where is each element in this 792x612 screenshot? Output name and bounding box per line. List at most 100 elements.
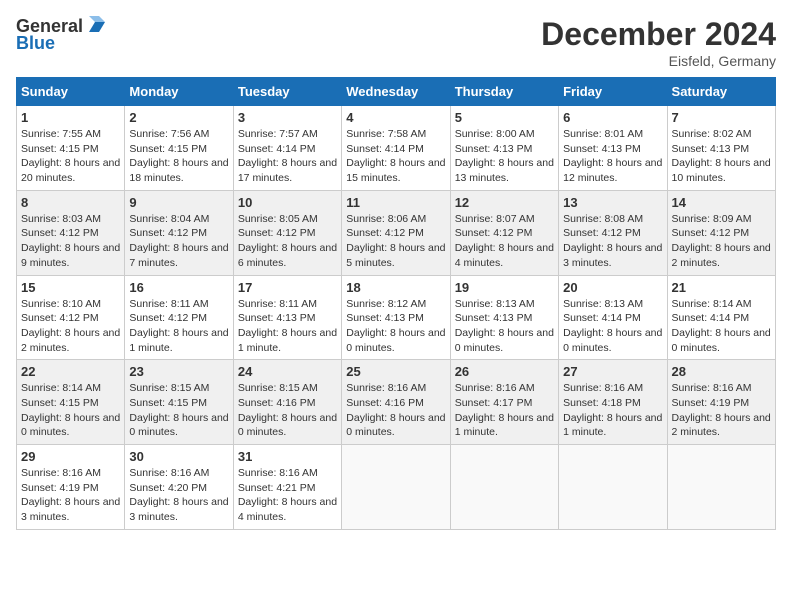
calendar-cell: 6 Sunrise: 8:01 AM Sunset: 4:13 PM Dayli…: [559, 106, 667, 191]
day-info: Sunrise: 8:13 AM Sunset: 4:13 PM Dayligh…: [455, 297, 554, 356]
sunset-label: Sunset: 4:20 PM: [129, 482, 207, 494]
sunrise-label: Sunrise: 8:09 AM: [672, 213, 752, 225]
calendar-cell: 12 Sunrise: 8:07 AM Sunset: 4:12 PM Dayl…: [450, 190, 558, 275]
calendar-cell: 13 Sunrise: 8:08 AM Sunset: 4:12 PM Dayl…: [559, 190, 667, 275]
sunset-label: Sunset: 4:14 PM: [346, 143, 424, 155]
day-number: 11: [346, 195, 445, 210]
day-number: 7: [672, 110, 771, 125]
col-sunday: Sunday: [17, 78, 125, 106]
daylight-label: Daylight: 8 hours and 4 minutes.: [238, 496, 337, 523]
sunrise-label: Sunrise: 8:16 AM: [21, 467, 101, 479]
col-wednesday: Wednesday: [342, 78, 450, 106]
day-number: 27: [563, 364, 662, 379]
sunset-label: Sunset: 4:19 PM: [672, 397, 750, 409]
sunrise-label: Sunrise: 8:16 AM: [455, 382, 535, 394]
day-info: Sunrise: 8:16 AM Sunset: 4:21 PM Dayligh…: [238, 466, 337, 525]
calendar-cell: 21 Sunrise: 8:14 AM Sunset: 4:14 PM Dayl…: [667, 275, 775, 360]
sunset-label: Sunset: 4:13 PM: [563, 143, 641, 155]
daylight-label: Daylight: 8 hours and 1 minute.: [238, 327, 337, 354]
daylight-label: Daylight: 8 hours and 7 minutes.: [129, 242, 228, 269]
day-number: 3: [238, 110, 337, 125]
day-info: Sunrise: 8:02 AM Sunset: 4:13 PM Dayligh…: [672, 127, 771, 186]
sunset-label: Sunset: 4:13 PM: [238, 312, 316, 324]
sunrise-label: Sunrise: 8:07 AM: [455, 213, 535, 225]
sunrise-label: Sunrise: 8:14 AM: [21, 382, 101, 394]
calendar-cell: 8 Sunrise: 8:03 AM Sunset: 4:12 PM Dayli…: [17, 190, 125, 275]
day-number: 21: [672, 280, 771, 295]
day-info: Sunrise: 8:16 AM Sunset: 4:20 PM Dayligh…: [129, 466, 228, 525]
day-number: 8: [21, 195, 120, 210]
day-info: Sunrise: 8:10 AM Sunset: 4:12 PM Dayligh…: [21, 297, 120, 356]
sunset-label: Sunset: 4:12 PM: [455, 227, 533, 239]
sunset-label: Sunset: 4:18 PM: [563, 397, 641, 409]
day-number: 2: [129, 110, 228, 125]
day-info: Sunrise: 8:12 AM Sunset: 4:13 PM Dayligh…: [346, 297, 445, 356]
day-info: Sunrise: 8:09 AM Sunset: 4:12 PM Dayligh…: [672, 212, 771, 271]
day-info: Sunrise: 8:01 AM Sunset: 4:13 PM Dayligh…: [563, 127, 662, 186]
calendar-cell: 29 Sunrise: 8:16 AM Sunset: 4:19 PM Dayl…: [17, 445, 125, 530]
page-header: General Blue December 2024 Eisfeld, Germ…: [16, 16, 776, 69]
day-info: Sunrise: 8:13 AM Sunset: 4:14 PM Dayligh…: [563, 297, 662, 356]
sunrise-label: Sunrise: 8:13 AM: [455, 298, 535, 310]
calendar-cell: [559, 445, 667, 530]
day-number: 19: [455, 280, 554, 295]
calendar-cell: 2 Sunrise: 7:56 AM Sunset: 4:15 PM Dayli…: [125, 106, 233, 191]
calendar-cell: 20 Sunrise: 8:13 AM Sunset: 4:14 PM Dayl…: [559, 275, 667, 360]
daylight-label: Daylight: 8 hours and 3 minutes.: [129, 496, 228, 523]
sunset-label: Sunset: 4:16 PM: [346, 397, 424, 409]
sunset-label: Sunset: 4:15 PM: [129, 143, 207, 155]
daylight-label: Daylight: 8 hours and 1 minute.: [563, 412, 662, 439]
calendar-cell: 5 Sunrise: 8:00 AM Sunset: 4:13 PM Dayli…: [450, 106, 558, 191]
calendar-cell: [667, 445, 775, 530]
day-info: Sunrise: 8:04 AM Sunset: 4:12 PM Dayligh…: [129, 212, 228, 271]
calendar-week-5: 29 Sunrise: 8:16 AM Sunset: 4:19 PM Dayl…: [17, 445, 776, 530]
calendar-cell: 28 Sunrise: 8:16 AM Sunset: 4:19 PM Dayl…: [667, 360, 775, 445]
sunrise-label: Sunrise: 8:04 AM: [129, 213, 209, 225]
sunrise-label: Sunrise: 8:13 AM: [563, 298, 643, 310]
calendar-cell: 16 Sunrise: 8:11 AM Sunset: 4:12 PM Dayl…: [125, 275, 233, 360]
daylight-label: Daylight: 8 hours and 0 minutes.: [672, 327, 771, 354]
calendar-week-4: 22 Sunrise: 8:14 AM Sunset: 4:15 PM Dayl…: [17, 360, 776, 445]
daylight-label: Daylight: 8 hours and 6 minutes.: [238, 242, 337, 269]
sunrise-label: Sunrise: 8:15 AM: [129, 382, 209, 394]
daylight-label: Daylight: 8 hours and 2 minutes.: [672, 242, 771, 269]
sunset-label: Sunset: 4:12 PM: [21, 312, 99, 324]
sunrise-label: Sunrise: 7:56 AM: [129, 128, 209, 140]
daylight-label: Daylight: 8 hours and 4 minutes.: [455, 242, 554, 269]
header-row: Sunday Monday Tuesday Wednesday Thursday…: [17, 78, 776, 106]
calendar-cell: 30 Sunrise: 8:16 AM Sunset: 4:20 PM Dayl…: [125, 445, 233, 530]
calendar-week-1: 1 Sunrise: 7:55 AM Sunset: 4:15 PM Dayli…: [17, 106, 776, 191]
day-number: 5: [455, 110, 554, 125]
day-number: 25: [346, 364, 445, 379]
day-info: Sunrise: 8:11 AM Sunset: 4:12 PM Dayligh…: [129, 297, 228, 356]
logo: General Blue: [16, 16, 107, 54]
day-number: 16: [129, 280, 228, 295]
sunset-label: Sunset: 4:12 PM: [346, 227, 424, 239]
daylight-label: Daylight: 8 hours and 10 minutes.: [672, 157, 771, 184]
daylight-label: Daylight: 8 hours and 2 minutes.: [672, 412, 771, 439]
day-info: Sunrise: 8:06 AM Sunset: 4:12 PM Dayligh…: [346, 212, 445, 271]
sunset-label: Sunset: 4:13 PM: [455, 143, 533, 155]
day-info: Sunrise: 7:58 AM Sunset: 4:14 PM Dayligh…: [346, 127, 445, 186]
sunset-label: Sunset: 4:21 PM: [238, 482, 316, 494]
calendar-cell: 25 Sunrise: 8:16 AM Sunset: 4:16 PM Dayl…: [342, 360, 450, 445]
daylight-label: Daylight: 8 hours and 9 minutes.: [21, 242, 120, 269]
calendar-cell: 9 Sunrise: 8:04 AM Sunset: 4:12 PM Dayli…: [125, 190, 233, 275]
calendar-cell: 31 Sunrise: 8:16 AM Sunset: 4:21 PM Dayl…: [233, 445, 341, 530]
calendar-cell: 15 Sunrise: 8:10 AM Sunset: 4:12 PM Dayl…: [17, 275, 125, 360]
col-friday: Friday: [559, 78, 667, 106]
calendar-cell: 4 Sunrise: 7:58 AM Sunset: 4:14 PM Dayli…: [342, 106, 450, 191]
day-info: Sunrise: 7:57 AM Sunset: 4:14 PM Dayligh…: [238, 127, 337, 186]
daylight-label: Daylight: 8 hours and 0 minutes.: [238, 412, 337, 439]
sunset-label: Sunset: 4:12 PM: [129, 312, 207, 324]
day-number: 4: [346, 110, 445, 125]
sunset-label: Sunset: 4:14 PM: [563, 312, 641, 324]
sunrise-label: Sunrise: 8:16 AM: [563, 382, 643, 394]
calendar-cell: 17 Sunrise: 8:11 AM Sunset: 4:13 PM Dayl…: [233, 275, 341, 360]
day-info: Sunrise: 8:03 AM Sunset: 4:12 PM Dayligh…: [21, 212, 120, 271]
day-info: Sunrise: 8:16 AM Sunset: 4:18 PM Dayligh…: [563, 381, 662, 440]
daylight-label: Daylight: 8 hours and 0 minutes.: [21, 412, 120, 439]
day-number: 18: [346, 280, 445, 295]
sunset-label: Sunset: 4:12 PM: [238, 227, 316, 239]
logo-icon: [85, 14, 107, 36]
